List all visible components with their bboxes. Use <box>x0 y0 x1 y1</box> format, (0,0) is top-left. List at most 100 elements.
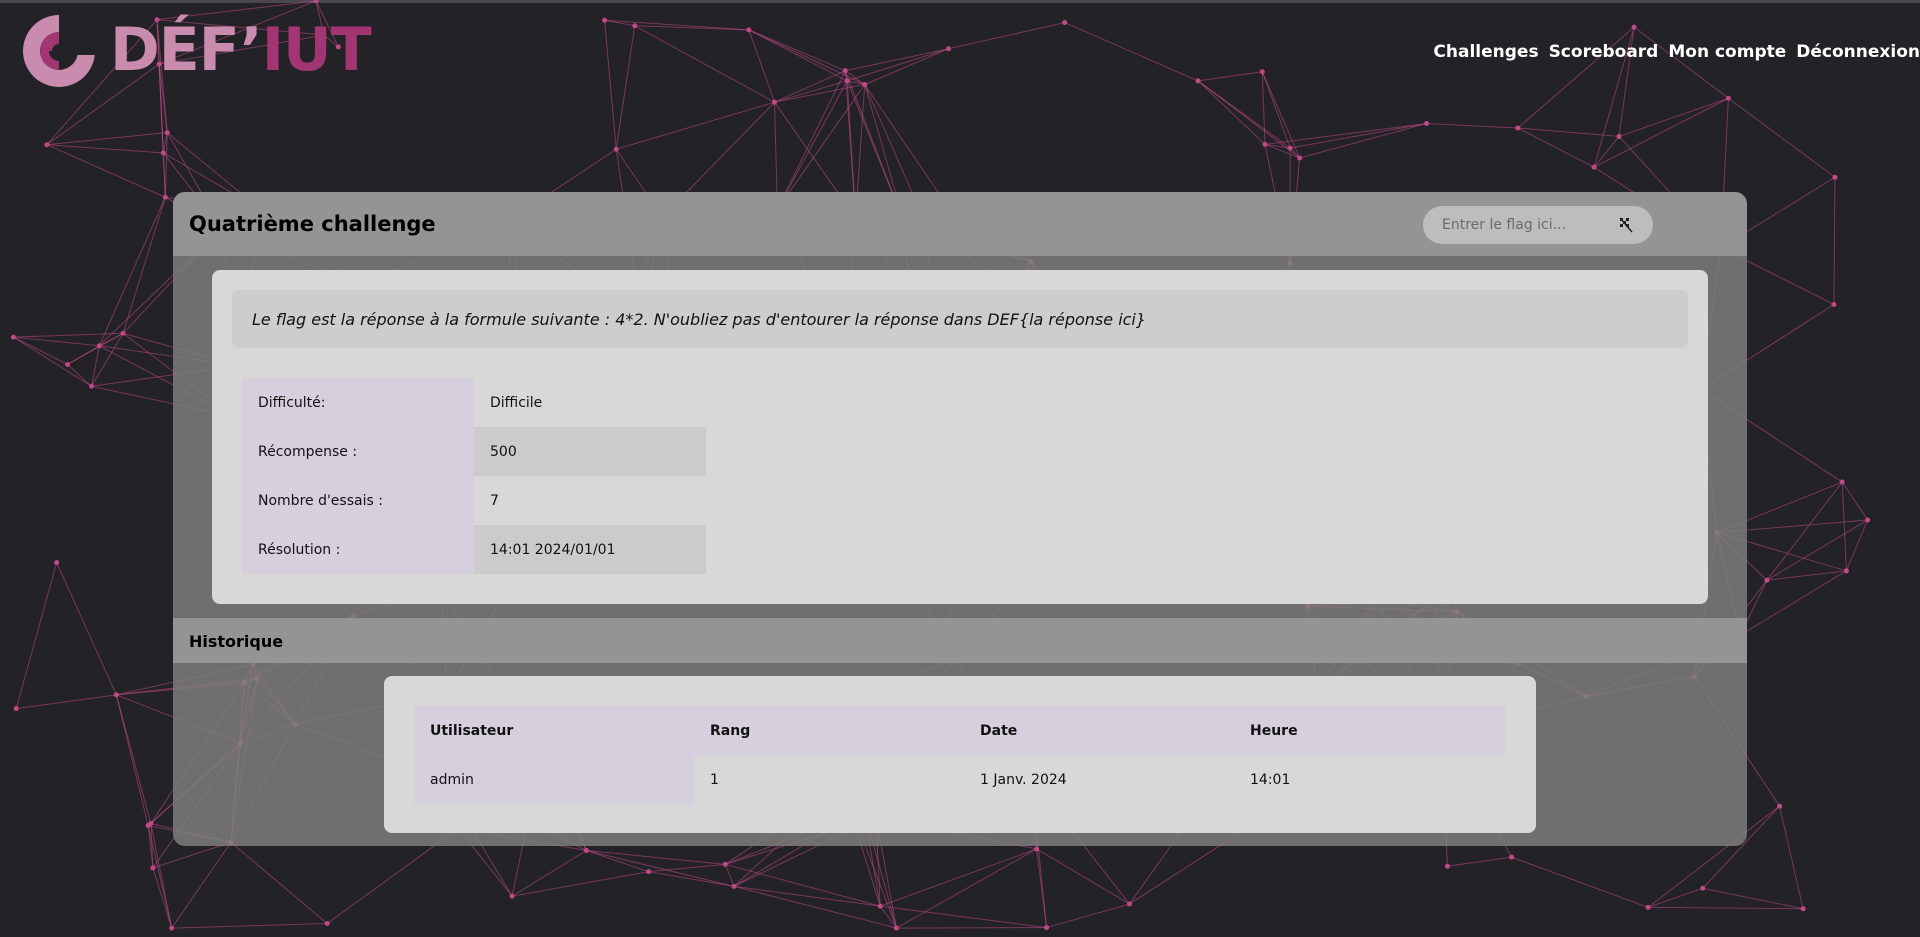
network-node <box>1034 846 1040 852</box>
network-node <box>10 334 16 340</box>
challenge-title: Quatrième challenge <box>189 212 436 236</box>
network-node <box>1062 20 1068 26</box>
network-line <box>162 152 166 198</box>
nav-link-scoreboard[interactable]: Scoreboard <box>1549 42 1659 62</box>
submit-flag-button[interactable] <box>1614 213 1638 237</box>
network-line <box>733 885 897 929</box>
cell-user: admin <box>414 755 694 804</box>
nav-link-challenges[interactable]: Challenges <box>1433 42 1538 62</box>
network-node <box>164 130 170 136</box>
network-line <box>1197 80 1266 145</box>
cell-date: 1 Janv. 2024 <box>980 771 1067 788</box>
network-node <box>160 150 166 156</box>
network-line <box>896 848 1037 929</box>
network-line <box>604 19 749 31</box>
table-row: admin 1 1 Janv. 2024 14:01 <box>414 755 1506 804</box>
logo[interactable]: DÉF’IUT <box>18 10 372 90</box>
info-row: Résolution : 14:01 2024/01/01 <box>242 525 706 574</box>
network-node <box>96 343 102 349</box>
nav-link-mon-compte[interactable]: Mon compte <box>1668 42 1786 62</box>
network-node <box>54 560 60 566</box>
network-line <box>1299 123 1427 159</box>
network-line <box>1261 71 1266 145</box>
network-line <box>67 364 92 387</box>
network-line <box>845 48 949 72</box>
network-line <box>13 336 92 387</box>
network-line <box>1766 570 1847 581</box>
network-node <box>1515 125 1521 131</box>
network-node <box>65 361 71 367</box>
network-line <box>1593 136 1620 168</box>
network-line <box>1647 887 1703 908</box>
nav-link-deconnexion[interactable]: Déconnexion <box>1796 42 1920 62</box>
network-node <box>1591 164 1597 170</box>
network-node <box>120 330 126 336</box>
network-line <box>774 84 865 103</box>
network-line <box>586 850 735 887</box>
history-card: Utilisateur Rang Date Heure admin 1 1 Ja… <box>384 676 1536 833</box>
network-node <box>862 82 868 88</box>
network-line <box>171 923 328 929</box>
network-line <box>725 863 881 907</box>
info-key: Récompense : <box>242 427 474 476</box>
cell-rank: 1 <box>710 771 719 788</box>
column-header: Date <box>964 706 1234 755</box>
network-line <box>46 132 168 146</box>
network-node <box>1287 145 1293 151</box>
network-line <box>147 825 173 929</box>
network-node <box>1645 904 1651 910</box>
network-line <box>1728 97 1836 178</box>
network-line <box>634 25 775 103</box>
network-line <box>1841 482 1847 571</box>
network-line <box>230 841 328 924</box>
column-header: Rang <box>694 706 964 755</box>
network-node <box>842 68 848 74</box>
network-line <box>1633 26 1729 99</box>
info-key: Résolution : <box>242 525 474 574</box>
network-line <box>122 197 166 334</box>
flag-input[interactable] <box>1440 216 1614 234</box>
network-node <box>44 142 50 148</box>
info-key: Nombre d'essais : <box>242 476 474 525</box>
network-line <box>46 144 164 154</box>
network-node <box>1262 141 1268 147</box>
info-value: 500 <box>474 427 706 476</box>
network-line <box>948 22 1065 50</box>
network-line <box>1593 97 1729 168</box>
history-table: Utilisateur Rang Date Heure admin 1 1 Ja… <box>414 706 1506 804</box>
network-line <box>1036 848 1130 905</box>
network-line <box>16 694 117 710</box>
network-node <box>1127 901 1133 907</box>
network-node <box>1725 95 1731 101</box>
network-node <box>113 692 119 698</box>
main-nav: Challenges Scoreboard Mon compte Déconne… <box>1433 42 1920 62</box>
network-line <box>880 905 1047 929</box>
history-header: Historique <box>173 618 1747 663</box>
network-node <box>746 27 752 33</box>
network-node <box>1832 174 1838 180</box>
network-line <box>879 848 1037 907</box>
column-header: Utilisateur <box>414 706 694 755</box>
network-line <box>1064 22 1199 82</box>
info-row: Récompense : 500 <box>242 427 706 476</box>
network-node <box>1839 479 1845 485</box>
info-row: Nombre d'essais : 7 <box>242 476 706 525</box>
challenge-info-table: Difficulté: Difficile Récompense : 500 N… <box>242 378 706 574</box>
network-line <box>1197 80 1300 159</box>
network-node <box>877 903 883 909</box>
network-line <box>724 864 735 887</box>
network-line <box>1766 519 1868 581</box>
network-line <box>896 927 1047 929</box>
network-line <box>748 29 846 72</box>
network-node <box>1509 854 1515 860</box>
network-node <box>324 921 330 927</box>
logo-icon <box>23 15 96 87</box>
network-node <box>1259 69 1265 75</box>
network-line <box>748 29 848 82</box>
network-line <box>1833 177 1836 305</box>
network-node <box>722 861 728 867</box>
network-node <box>1764 577 1770 583</box>
network-node <box>169 925 175 931</box>
network-line <box>1702 887 1804 910</box>
network-line <box>1198 71 1263 82</box>
